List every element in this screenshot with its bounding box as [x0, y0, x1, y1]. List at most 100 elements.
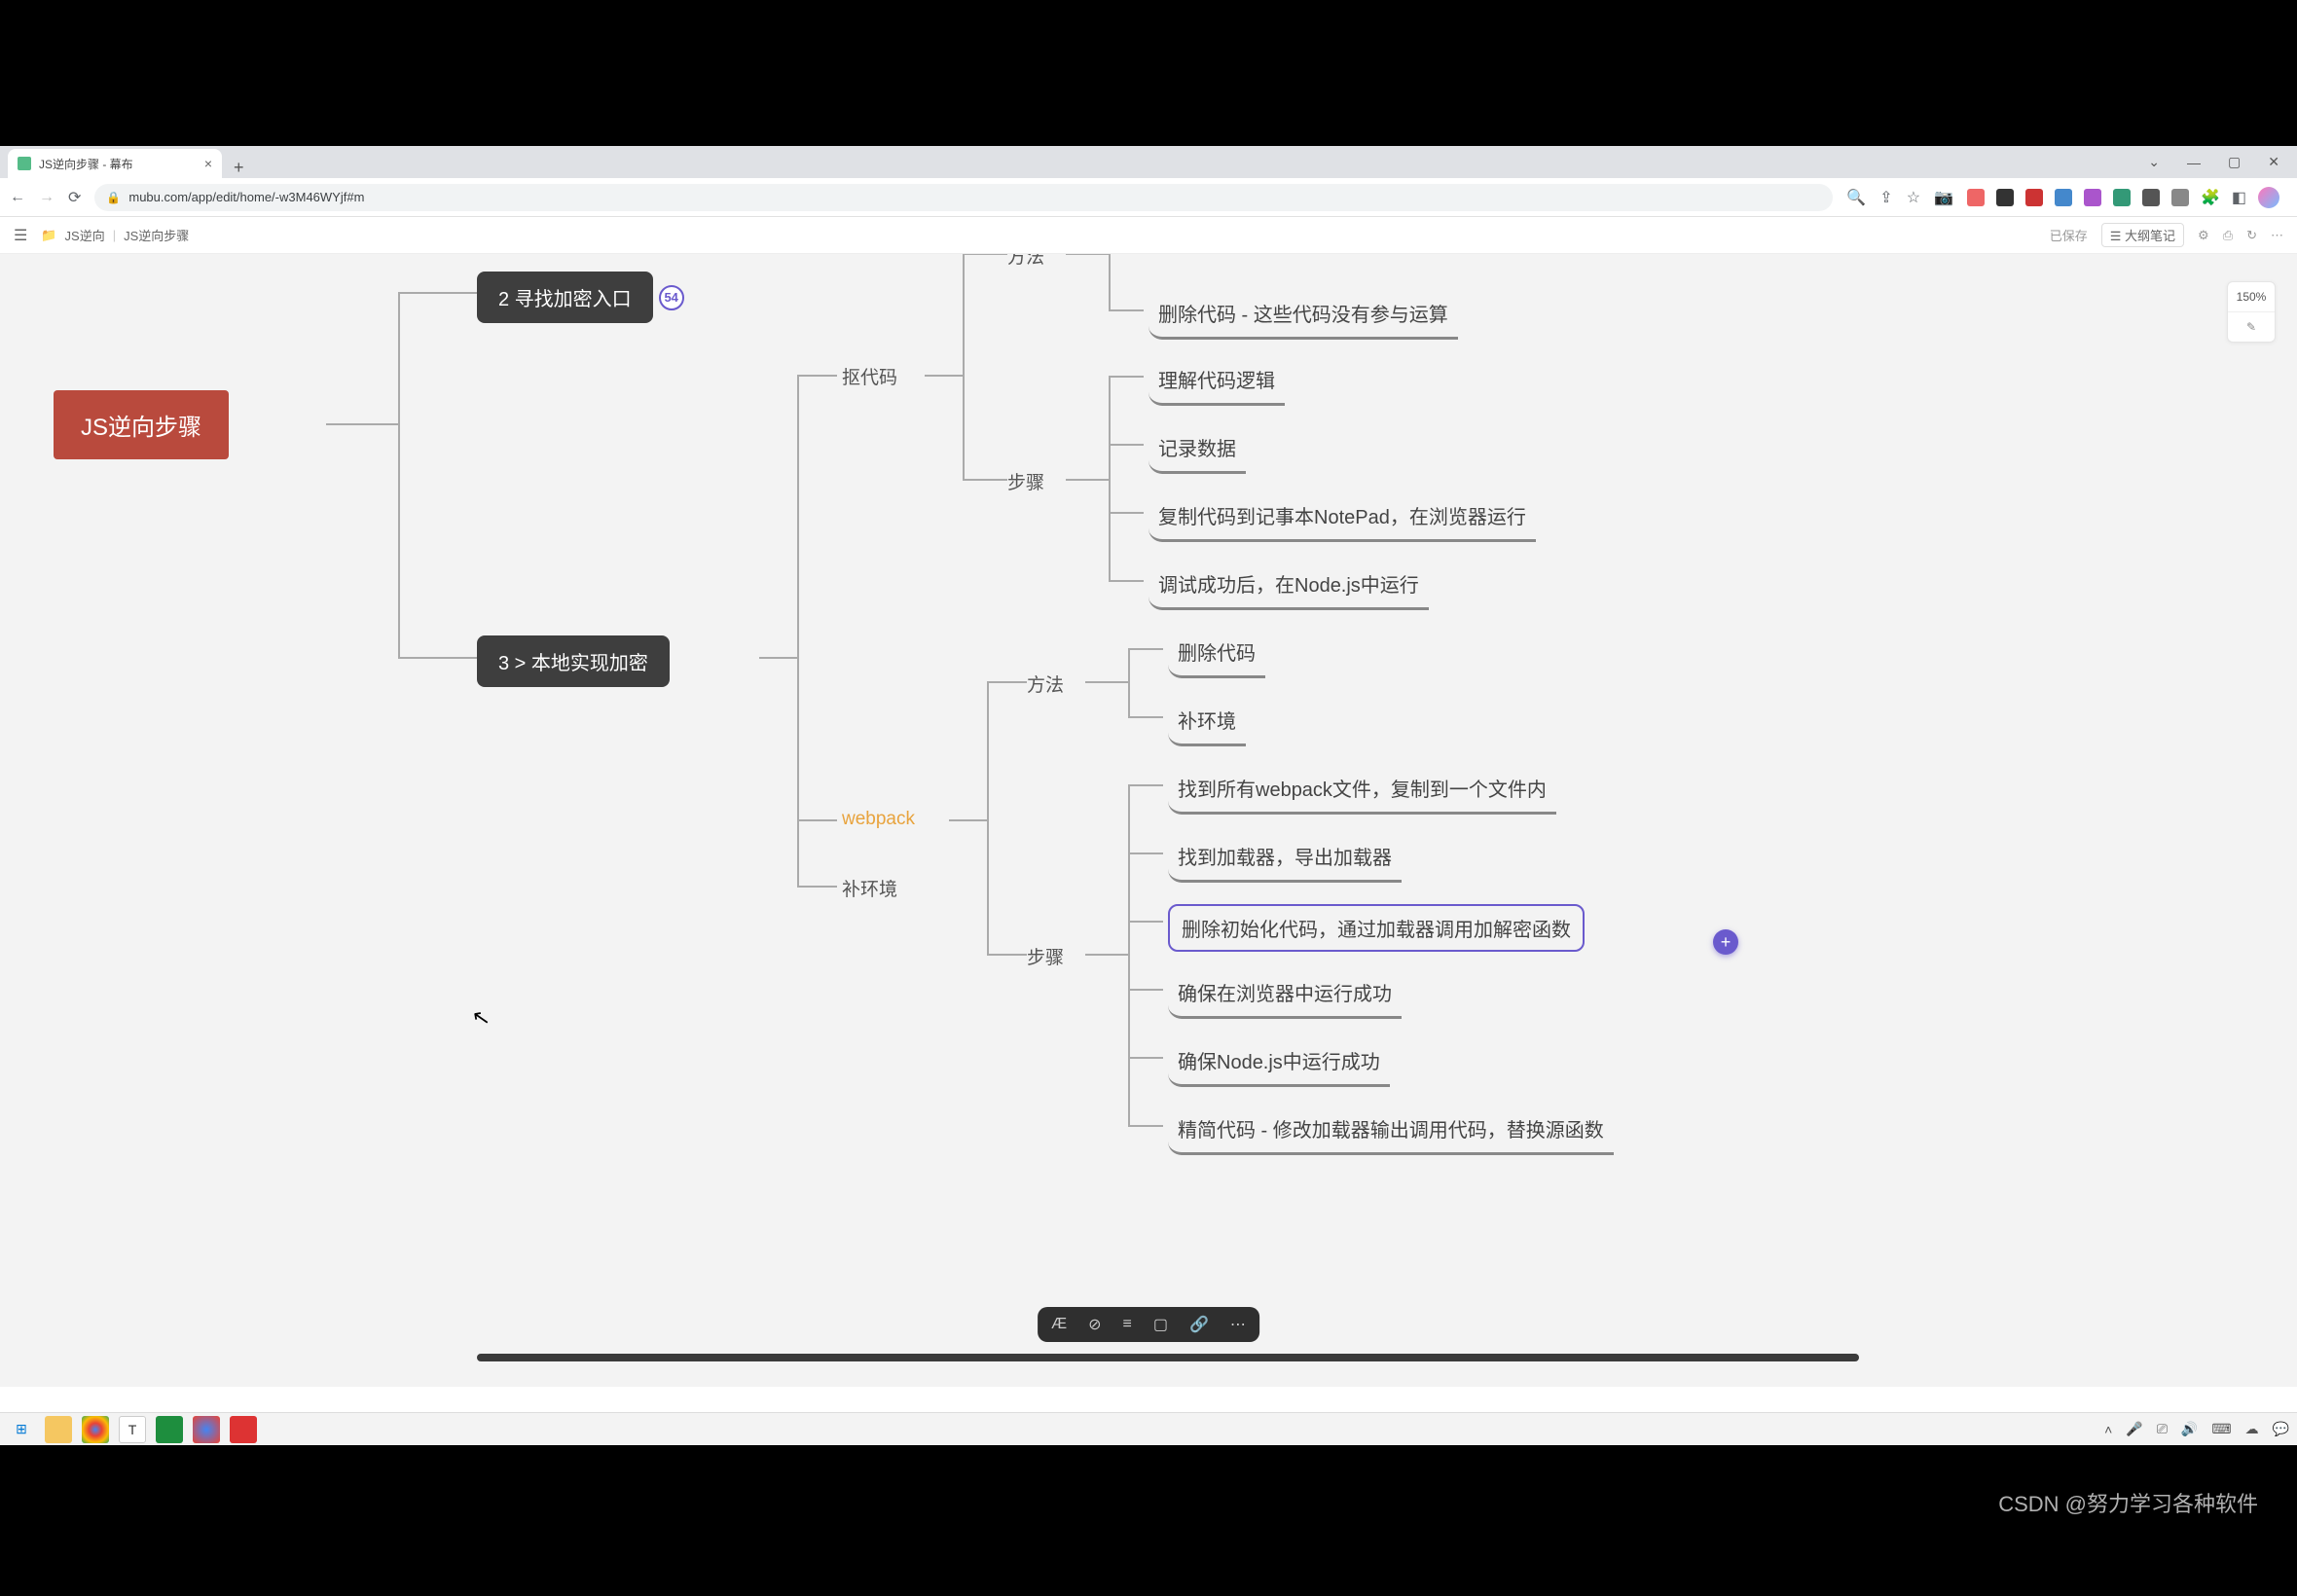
app-icon[interactable]: ⎙ [2223, 228, 2233, 243]
tray-ime-icon[interactable]: ⌨ [2211, 1421, 2231, 1437]
share-icon[interactable]: ⇪ [1879, 188, 1892, 207]
extensions-row: 🧩 ◧ [1967, 187, 2287, 208]
leaf-node[interactable]: 删除代码 - 这些代码没有参与运算 [1148, 293, 1458, 340]
sidepanel-icon[interactable]: ◧ [2232, 188, 2246, 207]
floating-toolbar: Æ ⊘ ≡ ▢ 🔗 ⋯ [1038, 1307, 1259, 1342]
node-webpack[interactable]: webpack [842, 809, 915, 830]
tray-notifications-icon[interactable]: 💬 [2273, 1421, 2289, 1437]
breadcrumb-doc[interactable]: JS逆向步骤 [124, 226, 189, 244]
leaf-node[interactable]: 确保在浏览器中运行成功 [1168, 972, 1402, 1019]
toolbar-text-icon[interactable]: Æ [1051, 1316, 1067, 1333]
leaf-node[interactable]: 删除代码 [1168, 632, 1265, 678]
node-fangfa2[interactable]: 方法 [1027, 671, 1064, 697]
extension-icon[interactable] [2171, 189, 2189, 206]
leaf-node-selected[interactable]: 删除初始化代码，通过加载器调用加解密函数 [1168, 904, 1585, 952]
extension-icon[interactable] [1967, 189, 1985, 206]
leaf-node[interactable]: 复制代码到记事本NotePad，在浏览器运行 [1148, 495, 1536, 542]
window-minimize-icon[interactable]: — [2187, 155, 2201, 170]
browser-tab[interactable]: JS逆向步骤 - 幕布 × [8, 149, 222, 178]
window-close-icon[interactable]: ✕ [2268, 154, 2279, 170]
tab-title: JS逆向步骤 - 幕布 [39, 156, 133, 172]
taskbar-app-icon[interactable] [230, 1416, 257, 1443]
nav-reload-icon[interactable]: ⟳ [68, 188, 81, 207]
outline-mode-button[interactable]: ☰ 大纲笔记 [2101, 223, 2184, 247]
extensions-puzzle-icon[interactable]: 🧩 [2201, 188, 2220, 207]
tray-expand-icon[interactable]: ˄ [2104, 1422, 2112, 1437]
toolbar-link-icon[interactable]: 🔗 [1189, 1315, 1209, 1334]
toolbar-complete-icon[interactable]: ⊘ [1088, 1315, 1101, 1334]
start-button[interactable]: ⊞ [8, 1416, 35, 1443]
lock-icon: 🔒 [106, 191, 121, 204]
nav-forward-icon: → [39, 189, 55, 206]
breadcrumb: 📁 JS逆向 | JS逆向步骤 [41, 226, 189, 244]
leaf-node[interactable]: 找到加载器，导出加载器 [1168, 836, 1402, 883]
horizontal-scrollbar[interactable] [477, 1354, 1859, 1361]
tab-close-icon[interactable]: × [204, 156, 212, 171]
extension-icon[interactable] [2025, 189, 2043, 206]
taskbar-app-icon[interactable] [156, 1416, 183, 1443]
camera-icon[interactable]: 📷 [1934, 188, 1953, 207]
leaf-node[interactable]: 理解代码逻辑 [1148, 359, 1285, 406]
leaf-node[interactable]: 补环境 [1168, 700, 1246, 746]
breadcrumb-separator: | [113, 228, 116, 242]
node-buzhou1[interactable]: 步骤 [1007, 468, 1044, 494]
taskbar-app-icon[interactable]: T [119, 1416, 146, 1443]
tray-volume-icon[interactable]: 🔊 [2181, 1421, 2198, 1437]
node-fangfa-top[interactable]: 方法 [1007, 254, 1044, 269]
folder-icon: 📁 [41, 228, 56, 243]
browser-addressbar: ← → ⟳ 🔒 mubu.com/app/edit/home/-w3M46WYj… [0, 178, 2297, 217]
tray-mic-icon[interactable]: 🎤 [2126, 1421, 2142, 1437]
tab-favicon-icon [18, 157, 31, 170]
url-text: mubu.com/app/edit/home/-w3M46WYjf#m [128, 190, 364, 204]
mindmap-root[interactable]: JS逆向步骤 [54, 390, 229, 459]
extension-icon[interactable] [2055, 189, 2072, 206]
tray-cloud-icon[interactable]: ☁ [2245, 1421, 2259, 1437]
zoom-icon[interactable]: 🔍 [1846, 188, 1866, 207]
node-step2[interactable]: 2 寻找加密入口 54 [477, 272, 653, 323]
leaf-node[interactable]: 确保Node.js中运行成功 [1168, 1040, 1390, 1087]
leaf-node[interactable]: 找到所有webpack文件，复制到一个文件内 [1168, 768, 1556, 815]
app-toolbar: ☰ 📁 JS逆向 | JS逆向步骤 已保存 ☰ 大纲笔记 ⚙ ⎙ ↻ ⋯ [0, 217, 2297, 254]
app-icon[interactable]: ↻ [2246, 228, 2257, 243]
bookmark-icon[interactable]: ☆ [1907, 188, 1920, 207]
save-status: 已保存 [2050, 226, 2088, 244]
node-buzhou2[interactable]: 步骤 [1027, 943, 1064, 969]
screen: JS逆向步骤 - 幕布 × + ⌄ — ▢ ✕ ← → ⟳ 🔒 mubu.com… [0, 146, 2297, 1445]
url-input[interactable]: 🔒 mubu.com/app/edit/home/-w3M46WYjf#m [94, 184, 1833, 211]
new-tab-button[interactable]: + [222, 158, 256, 178]
nav-back-icon[interactable]: ← [10, 189, 25, 206]
node-count-badge[interactable]: 54 [659, 285, 684, 310]
menu-hamburger-icon[interactable]: ☰ [14, 226, 27, 245]
leaf-node[interactable]: 记录数据 [1148, 427, 1246, 474]
extension-icon[interactable] [2142, 189, 2160, 206]
leaf-node[interactable]: 精简代码 - 修改加载器输出调用代码，替换源函数 [1168, 1108, 1614, 1155]
add-node-button[interactable]: + [1713, 929, 1738, 955]
node-buhuanjing[interactable]: 补环境 [842, 875, 897, 901]
letterbox-bottom: CSDN @努力学习各种软件 [0, 1445, 2297, 1596]
window-maximize-icon[interactable]: ▢ [2228, 154, 2241, 170]
toolbar-more-icon[interactable]: ⋯ [1230, 1315, 1246, 1334]
window-controls: ⌄ — ▢ ✕ [2148, 146, 2297, 178]
leaf-node[interactable]: 调试成功后，在Node.js中运行 [1148, 563, 1429, 610]
watermark-text: CSDN @努力学习各种软件 [1998, 1487, 2258, 1518]
node-step3[interactable]: 3 > 本地实现加密 [477, 635, 670, 687]
extension-icon[interactable] [2084, 189, 2101, 206]
window-dropdown-icon[interactable]: ⌄ [2148, 154, 2160, 170]
app-more-icon[interactable]: ⋯ [2271, 228, 2283, 243]
tray-display-icon[interactable]: ⎚ [2157, 1421, 2168, 1437]
system-tray: ˄ 🎤 ⎚ 🔊 ⌨ ☁ 💬 [2104, 1421, 2289, 1437]
app-icon[interactable]: ⚙ [2198, 228, 2209, 243]
breadcrumb-folder[interactable]: JS逆向 [65, 226, 105, 244]
profile-avatar-icon[interactable] [2258, 187, 2279, 208]
mindmap-canvas[interactable]: 150% ✎ [0, 254, 2297, 1387]
toolbar-list-icon[interactable]: ≡ [1123, 1316, 1132, 1333]
taskbar-app-icon[interactable] [193, 1416, 220, 1443]
windows-taskbar: ⊞ T ˄ 🎤 ⎚ 🔊 ⌨ ☁ 💬 [0, 1412, 2297, 1445]
extension-icon[interactable] [2113, 189, 2131, 206]
extension-icon[interactable] [1996, 189, 2014, 206]
node-koudaima[interactable]: 抠代码 [842, 363, 897, 389]
root-label: JS逆向步骤 [81, 415, 201, 441]
taskbar-chrome-icon[interactable] [82, 1416, 109, 1443]
toolbar-image-icon[interactable]: ▢ [1153, 1315, 1168, 1334]
taskbar-explorer-icon[interactable] [45, 1416, 72, 1443]
